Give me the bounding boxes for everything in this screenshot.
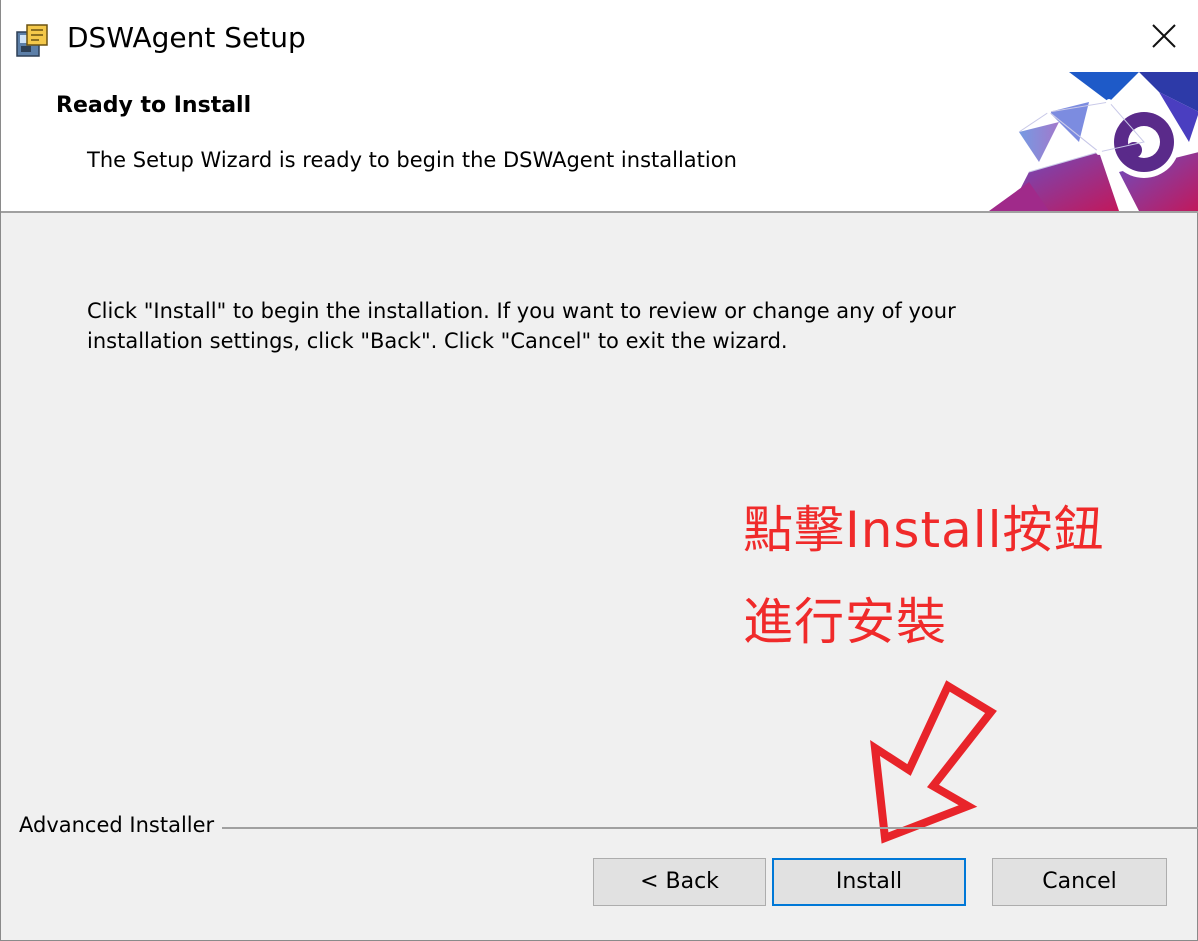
close-icon [1152, 24, 1176, 48]
title-bar: DSWAgent Setup [1, 0, 1198, 72]
header-banner: Ready to Install The Setup Wizard is rea… [1, 72, 1198, 213]
page-title: Ready to Install [56, 93, 252, 118]
annotation-line-2: 進行安裝 [743, 593, 947, 651]
close-button[interactable] [1129, 0, 1198, 72]
instruction-text: Click "Install" to begin the installatio… [87, 299, 956, 353]
back-button[interactable]: < Back [593, 858, 766, 906]
cancel-button[interactable]: Cancel [992, 858, 1167, 906]
brand-label: Advanced Installer [19, 810, 223, 840]
setup-window: DSWAgent Setup Ready to Install The Setu… [0, 0, 1198, 941]
installer-app-icon [16, 24, 48, 57]
annotation-line-1: 點擊Install按鈕 [743, 501, 1105, 559]
banner-logo-graphic [989, 72, 1198, 211]
page-subtitle: The Setup Wizard is ready to begin the D… [87, 148, 737, 172]
install-button[interactable]: Install [772, 858, 966, 906]
red-arrow-icon [870, 680, 997, 844]
window-title: DSWAgent Setup [67, 21, 306, 54]
